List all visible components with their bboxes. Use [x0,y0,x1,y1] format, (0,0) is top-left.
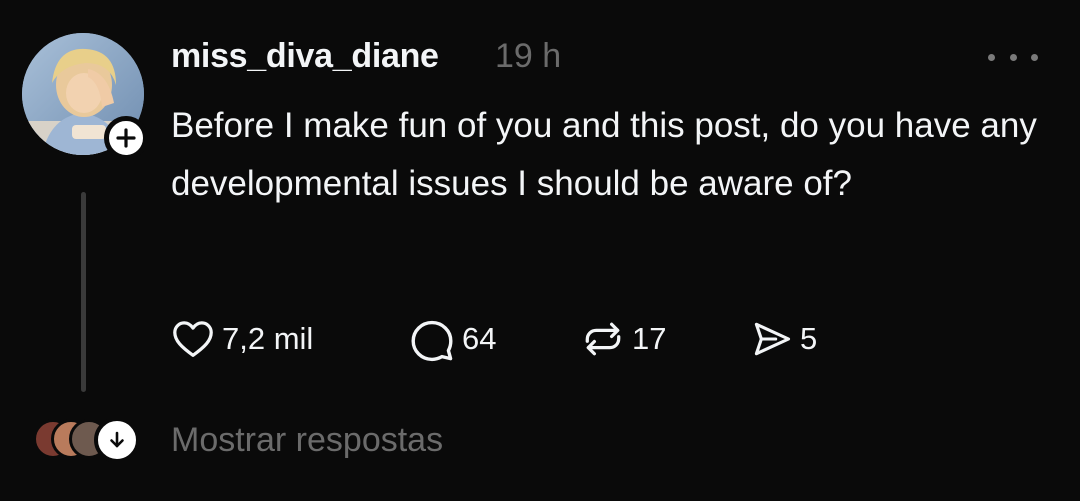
action-bar: 7,2 mil 64 17 5 [170,315,817,363]
repost-icon [585,322,621,356]
timestamp: 19 h [495,37,562,75]
thread-line [81,192,86,392]
more-options-button[interactable] [988,50,1038,64]
reply-count: 64 [462,321,497,356]
like-button[interactable]: 7,2 mil [170,316,408,362]
arrow-down-icon [110,431,124,448]
share-count: 5 [800,321,818,356]
more-horizontal-icon [988,53,995,61]
show-replies-link[interactable]: Mostrar respostas [171,419,443,461]
username[interactable]: miss_diva_diane [171,36,439,76]
show-replies-button[interactable] [94,417,140,463]
heart-icon [173,321,213,357]
repost-button[interactable]: 17 [580,316,750,362]
plus-icon [116,128,136,148]
comment-icon [411,320,453,362]
post-text: Before I make fun of you and this post, … [171,106,1037,203]
share-button[interactable]: 5 [750,317,817,361]
like-count: 7,2 mil [222,321,314,356]
follow-button[interactable] [104,116,148,160]
reply-button[interactable]: 64 [408,315,580,363]
repost-count: 17 [632,321,667,356]
send-icon [754,322,791,356]
